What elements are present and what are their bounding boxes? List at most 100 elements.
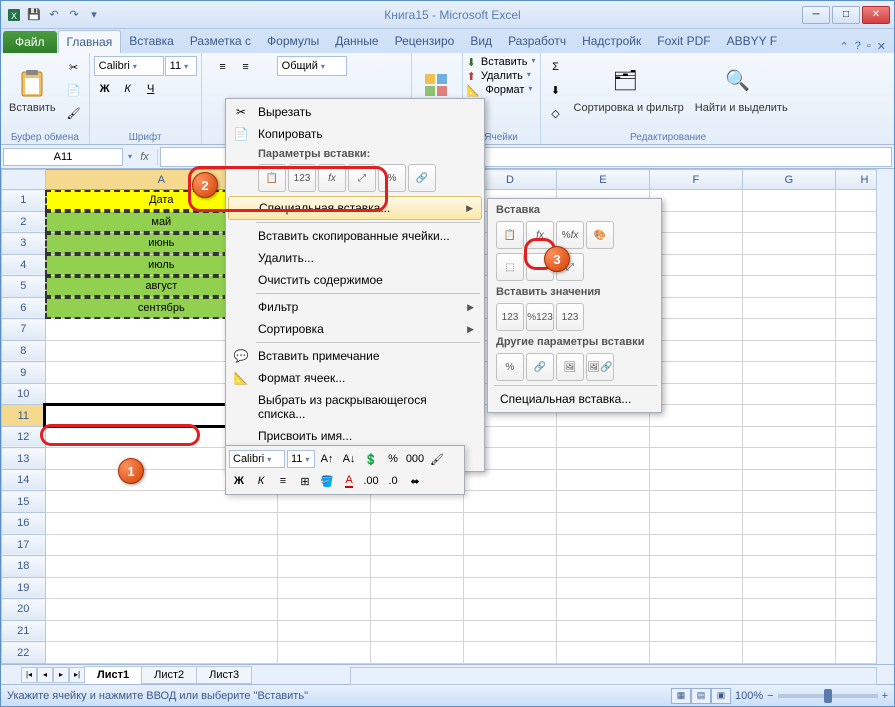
cell[interactable]	[649, 426, 742, 448]
cell[interactable]	[742, 340, 835, 362]
cell[interactable]	[45, 534, 277, 556]
row-header[interactable]: 13	[2, 448, 46, 470]
cell[interactable]	[463, 512, 556, 534]
format-painter-icon[interactable]: 🖌	[63, 102, 85, 124]
mini-format-painter-icon[interactable]: 🖌	[427, 449, 447, 469]
paste-opt-link-icon[interactable]: 🔗	[408, 164, 436, 192]
mini-font-combo[interactable]: Calibri▾	[229, 450, 285, 468]
cell[interactable]	[649, 383, 742, 405]
delete-cells-button[interactable]: ⬆Удалить▾	[467, 70, 531, 83]
number-format-combo[interactable]: Общий▾	[277, 56, 347, 76]
row-header[interactable]: 6	[2, 297, 46, 319]
ctx-insert-comment[interactable]: 💬Вставить примечание	[228, 345, 482, 367]
autosum-icon[interactable]: Σ	[545, 56, 567, 78]
cell[interactable]	[649, 556, 742, 578]
sheet-nav-prev-icon[interactable]: ◂	[37, 667, 53, 683]
cell[interactable]	[370, 620, 463, 642]
cell[interactable]	[742, 469, 835, 491]
cell[interactable]	[649, 642, 742, 664]
cell[interactable]	[649, 297, 742, 319]
cell[interactable]	[649, 620, 742, 642]
ribbon-tab[interactable]: Разработч	[500, 30, 574, 53]
mini-accounting-icon[interactable]: 💲	[361, 449, 381, 469]
cell[interactable]	[370, 512, 463, 534]
row-header[interactable]: 3	[2, 233, 46, 255]
sub-paste-values-num-icon[interactable]: %123	[526, 303, 554, 331]
ribbon-tab[interactable]: Главная	[58, 30, 122, 53]
cell[interactable]	[278, 512, 371, 534]
row-header[interactable]: 5	[2, 276, 46, 298]
sub-paste-values-src-icon[interactable]: 123	[556, 303, 584, 331]
row-header[interactable]: 4	[2, 254, 46, 276]
cell[interactable]	[278, 642, 371, 664]
cell[interactable]	[278, 620, 371, 642]
cell[interactable]	[742, 577, 835, 599]
mini-grow-font-icon[interactable]: A↑	[317, 449, 337, 469]
cell[interactable]	[742, 620, 835, 642]
cell[interactable]	[463, 577, 556, 599]
ribbon-tab[interactable]: Надстройк	[574, 30, 649, 53]
italic-icon[interactable]: К	[117, 78, 139, 100]
insert-cells-button[interactable]: ⬇Вставить▾	[467, 56, 536, 69]
sub-paste-formulas-icon[interactable]: fx	[526, 221, 554, 249]
normal-view-icon[interactable]: ▦	[671, 688, 691, 704]
mini-percent-icon[interactable]: %	[383, 449, 403, 469]
cell[interactable]	[556, 577, 649, 599]
cell[interactable]	[278, 599, 371, 621]
cell[interactable]	[278, 534, 371, 556]
cell[interactable]	[649, 233, 742, 255]
row-header[interactable]: 10	[2, 383, 46, 405]
cell[interactable]	[649, 276, 742, 298]
cell[interactable]	[463, 620, 556, 642]
ribbon-tab[interactable]: Формулы	[259, 30, 327, 53]
mini-shrink-font-icon[interactable]: A↓	[339, 449, 359, 469]
fill-icon[interactable]: ⬇	[545, 79, 567, 101]
cell[interactable]	[649, 599, 742, 621]
zoom-out-icon[interactable]: −	[767, 690, 773, 702]
sub-paste-all-icon[interactable]: 📋	[496, 221, 524, 249]
ctx-delete[interactable]: Удалить...	[228, 247, 482, 269]
ctx-copy[interactable]: 📄Копировать	[228, 123, 482, 145]
mini-fill-color-icon[interactable]: 🪣	[317, 471, 337, 491]
sub-paste-formulas-num-icon[interactable]: %fx	[556, 221, 584, 249]
ribbon-tab[interactable]: ABBYY F	[719, 30, 785, 53]
cell[interactable]	[742, 448, 835, 470]
row-header[interactable]: 18	[2, 556, 46, 578]
name-box[interactable]: A11	[3, 148, 123, 166]
font-size-combo[interactable]: 11▾	[165, 56, 197, 76]
row-header[interactable]: 11	[2, 405, 46, 427]
mini-italic-icon[interactable]: К	[251, 471, 271, 491]
column-header[interactable]: F	[649, 170, 742, 190]
cell[interactable]	[649, 469, 742, 491]
mini-bold-icon[interactable]: Ж	[229, 471, 249, 491]
paste-opt-all-icon[interactable]: 📋	[258, 164, 286, 192]
close-button[interactable]: ✕	[862, 6, 890, 24]
cell[interactable]	[742, 534, 835, 556]
cell[interactable]	[556, 642, 649, 664]
align-top-icon[interactable]: ≡	[212, 56, 234, 78]
cell[interactable]	[370, 599, 463, 621]
ctx-paste-special[interactable]: Специальная вставка...▶	[228, 196, 482, 220]
sub-paste-linked-pic-icon[interactable]: 🖼🔗	[586, 353, 614, 381]
cell[interactable]	[649, 491, 742, 513]
cell[interactable]	[742, 405, 835, 427]
cell[interactable]	[556, 512, 649, 534]
cell[interactable]	[556, 469, 649, 491]
select-all-corner[interactable]	[2, 170, 46, 190]
row-header[interactable]: 19	[2, 577, 46, 599]
cut-icon[interactable]: ✂	[63, 56, 85, 78]
redo-icon[interactable]: ↷	[65, 6, 83, 24]
row-header[interactable]: 15	[2, 491, 46, 513]
sub-paste-keep-src-icon[interactable]: 🎨	[586, 221, 614, 249]
row-header[interactable]: 8	[2, 340, 46, 362]
cell[interactable]	[370, 642, 463, 664]
sheet-nav-next-icon[interactable]: ▸	[53, 667, 69, 683]
mini-comma-icon[interactable]: 000	[405, 449, 425, 469]
paste-opt-values-icon[interactable]: 123	[288, 164, 316, 192]
sheet-tab[interactable]: Лист3	[196, 666, 252, 684]
ribbon-tab[interactable]: Foxit PDF	[649, 30, 718, 53]
ctx-cut[interactable]: ✂Вырезать	[228, 101, 482, 123]
mini-border-icon[interactable]: ⊞	[295, 471, 315, 491]
cell[interactable]	[556, 556, 649, 578]
ribbon-tab[interactable]: Вставка	[121, 30, 182, 53]
